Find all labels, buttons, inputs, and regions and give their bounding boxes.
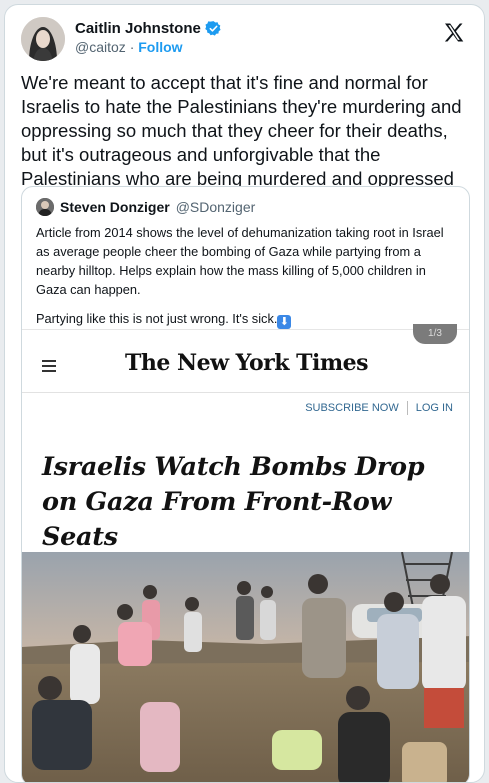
follow-button[interactable]: Follow <box>138 39 182 55</box>
quoted-paragraph-2-text: Partying like this is not just wrong. It… <box>36 311 278 326</box>
quoted-author-name: Steven Donziger <box>60 199 170 215</box>
down-arrow-icon: ⬇ <box>277 315 292 329</box>
quoted-paragraph-1: Article from 2014 shows the level of deh… <box>36 225 444 297</box>
tweet-card: Caitlin Johnstone @caitoz · Follow We're… <box>4 4 485 783</box>
masthead-divider <box>22 392 469 393</box>
author-avatar[interactable] <box>21 17 65 61</box>
nyt-account-links: SUBSCRIBE NOW LOG IN <box>305 401 453 415</box>
quoted-author-handle: @SDonziger <box>175 199 256 215</box>
quoted-tweet[interactable]: Steven Donziger @SDonziger Article from … <box>21 186 470 782</box>
article-photo <box>22 552 469 782</box>
media-counter-badge: 1/3 <box>413 324 457 344</box>
x-logo-icon[interactable] <box>442 21 466 45</box>
author-handle[interactable]: @caitoz <box>75 39 126 55</box>
article-headline: Israelis Watch Bombs Drop on Gaza From F… <box>42 452 425 552</box>
subscribe-link: SUBSCRIBE NOW <box>305 402 399 414</box>
author-name[interactable]: Caitlin Johnstone <box>75 20 201 37</box>
login-link: LOG IN <box>415 402 453 414</box>
verified-badge-icon <box>205 21 221 36</box>
quoted-tweet-text: Article from 2014 shows the level of deh… <box>36 223 456 329</box>
quoted-media-screenshot[interactable]: 1/3 The New York Times SUBSCRIBE NOW LOG… <box>22 324 469 782</box>
link-separator <box>406 401 408 415</box>
nyt-masthead: The New York Times <box>124 350 369 376</box>
tweet-header: Caitlin Johnstone @caitoz · Follow <box>21 17 470 67</box>
quoted-author-avatar <box>36 198 54 216</box>
quoted-paragraph-2: Partying like this is not just wrong. It… <box>36 309 456 329</box>
handle-separator: · <box>129 39 135 55</box>
